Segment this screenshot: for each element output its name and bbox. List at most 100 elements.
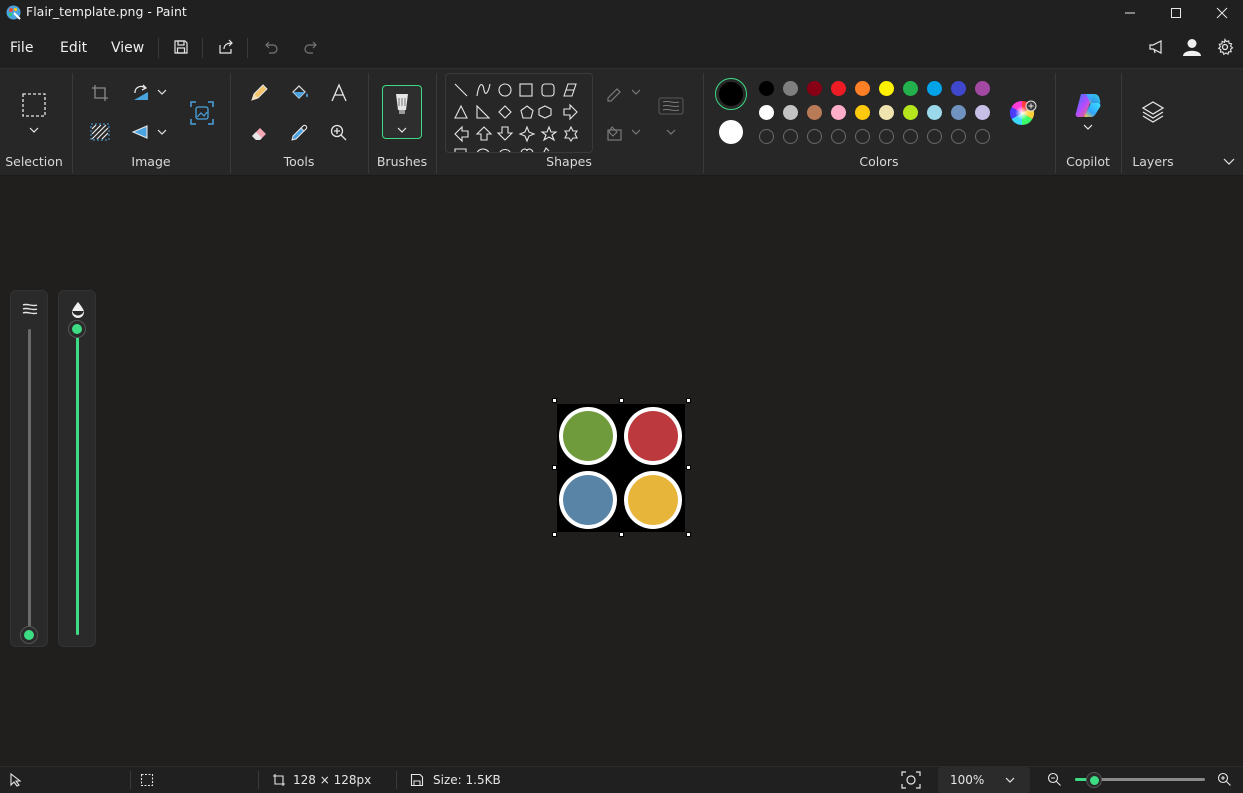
palette-color-swatch[interactable]	[903, 81, 918, 96]
shape-outline-button[interactable]	[603, 81, 627, 105]
layers-button[interactable]	[1140, 99, 1166, 125]
palette-color-swatch[interactable]	[807, 105, 822, 120]
crop-button[interactable]	[88, 81, 112, 105]
palette-color-swatch[interactable]	[759, 81, 774, 96]
palette-color-swatch[interactable]	[759, 105, 774, 120]
palette-empty-swatch[interactable]	[759, 129, 774, 144]
brush-size-track[interactable]	[28, 329, 31, 635]
image-creator-button[interactable]	[189, 100, 215, 126]
selection-size-icon	[140, 773, 154, 787]
palette-empty-swatch[interactable]	[783, 129, 798, 144]
menu-divider	[247, 38, 248, 58]
text-tool-button[interactable]	[327, 81, 351, 105]
resize-handle[interactable]	[686, 465, 691, 470]
primary-color-button[interactable]	[715, 78, 747, 110]
settings-button[interactable]	[1214, 36, 1236, 58]
shape-size-dropdown[interactable]	[666, 128, 676, 136]
palette-color-swatch[interactable]	[831, 81, 846, 96]
opacity-fill	[76, 329, 79, 635]
palette-color-swatch[interactable]	[975, 81, 990, 96]
pencil-tool-button[interactable]	[247, 81, 271, 105]
rounded-rectangle-shape-icon	[541, 83, 555, 97]
opacity-thumb[interactable]	[68, 320, 86, 338]
save-button[interactable]	[170, 36, 192, 58]
diamond-shape-icon	[498, 105, 512, 119]
palette-color-swatch[interactable]	[855, 105, 870, 120]
save-icon	[174, 40, 188, 54]
flip-dropdown[interactable]	[157, 128, 167, 136]
palette-color-swatch[interactable]	[855, 81, 870, 96]
fit-to-window-button[interactable]	[901, 771, 921, 789]
shape-fill-dropdown[interactable]	[631, 128, 641, 136]
shapes-gallery[interactable]	[445, 73, 593, 153]
palette-empty-swatch[interactable]	[831, 129, 846, 144]
palette-color-swatch[interactable]	[903, 105, 918, 120]
palette-color-swatch[interactable]	[951, 81, 966, 96]
rotate-dropdown[interactable]	[157, 88, 167, 96]
palette-empty-swatch[interactable]	[879, 129, 894, 144]
brush-size-slider-panel	[10, 290, 48, 647]
menu-divider	[158, 38, 159, 58]
resize-handle[interactable]	[552, 465, 557, 470]
callout-shape-icon	[454, 148, 467, 152]
palette-color-swatch[interactable]	[879, 81, 894, 96]
palette-color-swatch[interactable]	[831, 105, 846, 120]
menu-edit[interactable]: Edit	[60, 40, 87, 56]
palette-color-swatch[interactable]	[807, 81, 822, 96]
flip-button[interactable]	[129, 120, 153, 144]
zoom-slider-thumb[interactable]	[1086, 772, 1102, 788]
rotate-button[interactable]	[129, 81, 153, 105]
chevron-down-icon	[631, 89, 641, 95]
selection-tool-button[interactable]	[18, 89, 50, 135]
maximize-button[interactable]	[1153, 0, 1199, 26]
palette-empty-swatch[interactable]	[807, 129, 822, 144]
undo-icon	[265, 41, 278, 54]
palette-empty-swatch[interactable]	[951, 129, 966, 144]
zoom-select[interactable]: 100%	[938, 767, 1030, 793]
palette-color-swatch[interactable]	[879, 105, 894, 120]
remove-background-button[interactable]	[88, 120, 112, 144]
resize-handle[interactable]	[686, 532, 691, 537]
palette-color-swatch[interactable]	[927, 81, 942, 96]
shape-fill-button[interactable]	[603, 121, 627, 145]
secondary-color-button[interactable]	[715, 116, 747, 148]
zoom-in-button[interactable]	[1217, 772, 1232, 787]
shape-outline-dropdown[interactable]	[631, 88, 641, 96]
palette-empty-swatch[interactable]	[903, 129, 918, 144]
palette-empty-swatch[interactable]	[975, 129, 990, 144]
resize-handle[interactable]	[686, 398, 691, 403]
palette-color-swatch[interactable]	[783, 105, 798, 120]
redo-button[interactable]	[300, 36, 322, 58]
canvas-image[interactable]	[557, 404, 685, 532]
fill-tool-button[interactable]	[287, 81, 311, 105]
color-picker-button[interactable]	[287, 121, 311, 145]
resize-handle[interactable]	[552, 398, 557, 403]
palette-color-swatch[interactable]	[927, 105, 942, 120]
edit-colors-button[interactable]	[1009, 100, 1037, 128]
zoom-out-button[interactable]	[1047, 772, 1062, 787]
eraser-tool-button[interactable]	[247, 121, 271, 145]
palette-empty-swatch[interactable]	[855, 129, 870, 144]
chevron-down-icon	[157, 89, 167, 95]
resize-handle[interactable]	[552, 532, 557, 537]
menu-view[interactable]: View	[111, 40, 144, 56]
menu-file[interactable]: File	[10, 40, 33, 56]
magnifier-tool-button[interactable]	[327, 121, 351, 145]
palette-color-swatch[interactable]	[975, 105, 990, 120]
shape-size-button[interactable]	[658, 94, 684, 118]
resize-handle[interactable]	[619, 398, 624, 403]
palette-color-swatch[interactable]	[783, 81, 798, 96]
resize-handle[interactable]	[619, 532, 624, 537]
close-button[interactable]	[1199, 0, 1243, 26]
brushes-button[interactable]	[382, 85, 422, 139]
share-button[interactable]	[215, 36, 237, 58]
copilot-button[interactable]	[1073, 91, 1103, 133]
minimize-button[interactable]	[1107, 0, 1153, 26]
palette-color-swatch[interactable]	[951, 105, 966, 120]
account-button[interactable]	[1181, 36, 1203, 58]
palette-empty-swatch[interactable]	[927, 129, 942, 144]
undo-button[interactable]	[260, 36, 282, 58]
feedback-button[interactable]	[1146, 36, 1168, 58]
brush-size-thumb[interactable]	[20, 626, 38, 644]
ribbon-collapse-button[interactable]	[1223, 157, 1235, 166]
